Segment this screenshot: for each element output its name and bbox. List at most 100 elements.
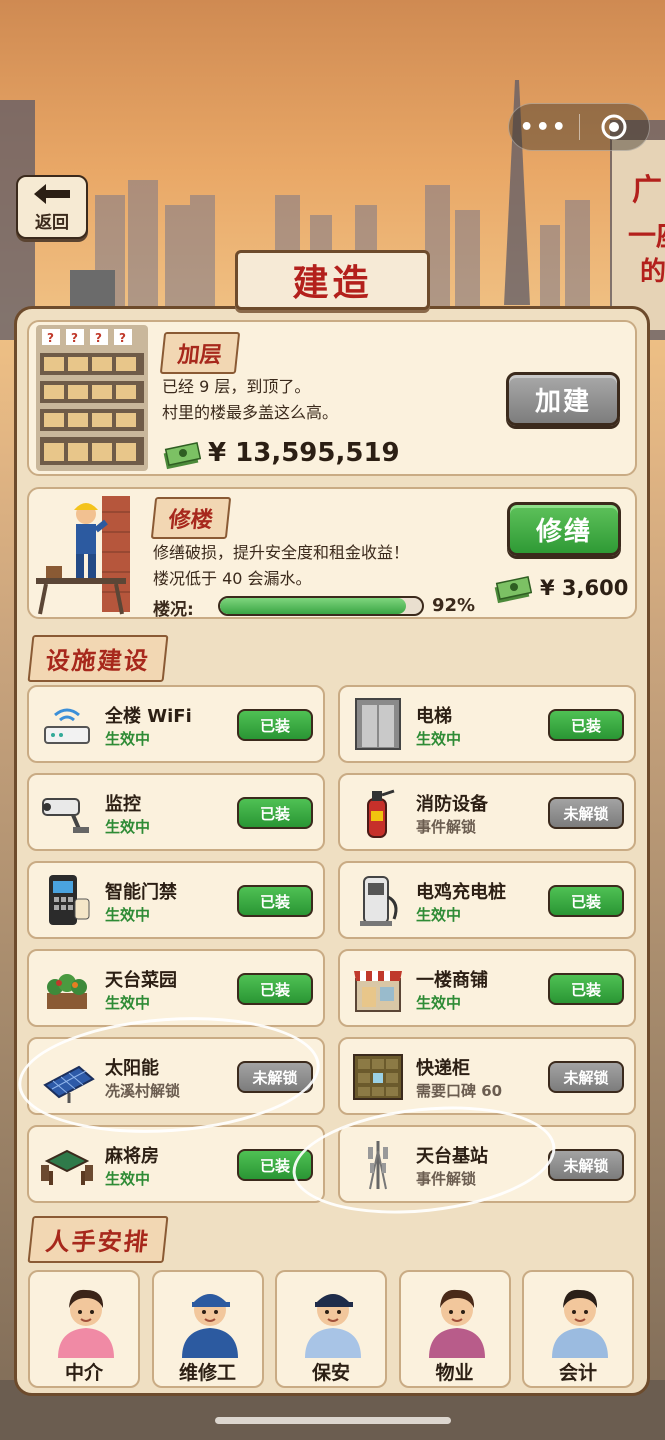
back-button[interactable]: 返回 (16, 175, 88, 239)
target-icon (601, 114, 627, 140)
svg-text:?: ? (95, 331, 102, 345)
more-menu-button[interactable]: ••• (509, 115, 579, 140)
property-manager-avatar-icon (428, 1289, 485, 1358)
facility-name: 快递柜 (416, 1058, 470, 1079)
add-floor-tag: 加层 (159, 332, 241, 374)
facility-name: 一楼商铺 (416, 970, 488, 991)
agent-avatar-icon (58, 1289, 114, 1358)
repairman-avatar-icon (181, 1294, 238, 1358)
svg-text:?: ? (47, 331, 54, 345)
facility-status: 生效中 (105, 1170, 151, 1188)
repair-cost: ¥ 3,600 (540, 576, 629, 600)
condition-value: 92% (432, 595, 476, 616)
facility-status: 生效中 (105, 906, 151, 924)
facility-name: 电梯 (416, 706, 452, 727)
staff-name: 物业 (435, 1362, 474, 1384)
svg-text:一座: 一座 (628, 219, 665, 252)
condition-bar-fill (220, 598, 406, 614)
svg-text:?: ? (119, 331, 126, 345)
add-floor-button[interactable]: 加建 (506, 372, 620, 426)
facility-card-mahjong-table: 麻将房 生效中 已装 (27, 1125, 325, 1203)
add-floor-line1: 已经 9 层，到顶了。 (162, 377, 311, 396)
cash-icon (163, 441, 201, 470)
repair-line2: 楼况低于 40 会漏水。 (153, 569, 312, 588)
accountant-avatar-icon (552, 1289, 608, 1358)
facility-status: 生效中 (105, 818, 151, 836)
facility-name: 消防设备 (416, 794, 488, 815)
facility-status: 生效中 (416, 906, 462, 924)
facility-card-fire-extinguisher: 消防设备事件解锁 未解锁 (338, 773, 636, 851)
facility-card-shop: 一楼商铺生效中 已装 (338, 949, 636, 1027)
elevator-icon (355, 698, 401, 750)
svg-text:的: 的 (640, 256, 665, 287)
staff-card-repairman[interactable]: 维修工 (151, 1270, 264, 1388)
access-control-icon (49, 875, 90, 925)
facility-card-parcel-locker: 快递柜需要口碑 60 未解锁 (338, 1037, 636, 1115)
charging-pile-icon (360, 876, 398, 926)
page-title-plate: 建造 (235, 250, 430, 310)
wifi-router-icon (44, 708, 90, 744)
repair-tag: 修楼 (150, 497, 232, 539)
staff-name: 保安 (311, 1362, 350, 1384)
facility-button-charging-pile[interactable]: 已装 (548, 885, 624, 917)
add-floor-line2: 村里的楼最多盖这么高。 (162, 403, 339, 422)
facility-status: 生效中 (105, 730, 151, 748)
facility-status: 生效中 (416, 994, 462, 1012)
staff-card-agent[interactable]: 中介 (28, 1270, 140, 1388)
facility-card-rooftop-garden: 天台菜园生效中 已装 (27, 949, 325, 1027)
miniapp-capsule: ••• (508, 103, 650, 151)
facility-status: 生效中 (416, 730, 462, 748)
close-miniapp-button[interactable] (580, 113, 650, 141)
shop-icon (354, 971, 402, 1012)
staff-name: 维修工 (178, 1362, 236, 1384)
facilities-section-title: 设施建设 (27, 635, 169, 682)
facility-status: 事件解锁 (416, 818, 477, 836)
facility-card-elevator: 电梯生效中 已装 (338, 685, 636, 763)
rooftop-garden-icon (47, 974, 87, 1009)
facility-button-parcel-locker[interactable]: 未解锁 (548, 1061, 624, 1093)
staff-name: 会计 (558, 1362, 597, 1384)
fire-extinguisher-icon (367, 789, 395, 838)
facility-name: 监控 (105, 794, 141, 815)
facility-card-wifi-router: 全楼 WiFi 生效中 已装 (27, 685, 325, 763)
condition-bar (218, 596, 424, 616)
facility-card-charging-pile: 电鸡充电桩生效中 已装 (338, 861, 636, 939)
facility-button-shop[interactable]: 已装 (548, 973, 624, 1005)
staff-card-property-manager[interactable]: 物业 (398, 1270, 511, 1388)
repair-line1: 修缮破损，提升安全度和租金收益！ (153, 543, 410, 562)
repair-worker-icon (36, 496, 130, 615)
building-icon: ???? (36, 325, 148, 471)
condition-label: 楼况: (153, 600, 194, 620)
facility-name: 天台菜园 (105, 970, 177, 991)
svg-text:广: 广 (632, 173, 662, 208)
facility-name: 智能门禁 (105, 882, 177, 903)
security-guard-avatar-icon (305, 1294, 361, 1358)
page-title: 建造 (292, 262, 373, 304)
facility-button-access-control[interactable]: 已装 (237, 885, 313, 917)
facility-name: 电鸡充电桩 (416, 882, 506, 903)
staff-card-accountant[interactable]: 会计 (522, 1270, 634, 1388)
staff-name: 中介 (64, 1362, 103, 1384)
cctv-camera-icon (42, 798, 89, 833)
facility-button-elevator[interactable]: 已装 (548, 709, 624, 741)
facility-status: 需要口碑 60 (416, 1082, 503, 1100)
facility-button-rooftop-garden[interactable]: 已装 (237, 973, 313, 1005)
facility-button-cell-tower[interactable]: 未解锁 (548, 1149, 624, 1181)
facility-name: 麻将房 (105, 1146, 159, 1167)
facility-name: 全楼 WiFi (105, 706, 192, 727)
add-floor-desc: 已经 9 层，到顶了。 村里的楼最多盖这么高。 (162, 374, 338, 426)
facility-status: 生效中 (105, 994, 151, 1012)
facility-card-cctv-camera: 监控生效中 已装 (27, 773, 325, 851)
cash-icon (494, 575, 532, 604)
repair-button[interactable]: 修缮 (507, 502, 621, 556)
facility-button-fire-extinguisher[interactable]: 未解锁 (548, 797, 624, 829)
facility-button-wifi-router[interactable]: 已装 (237, 709, 313, 741)
staff-card-security-guard[interactable]: 保安 (275, 1270, 387, 1388)
facility-button-cctv-camera[interactable]: 已装 (237, 797, 313, 829)
add-floor-cost: ¥ 13,595,519 (208, 438, 400, 468)
home-indicator (215, 1417, 451, 1424)
facility-card-access-control: 智能门禁生效中 已装 (27, 861, 325, 939)
svg-text:?: ? (71, 331, 78, 345)
arrow-left-icon (34, 183, 70, 204)
parcel-locker-icon (353, 1054, 403, 1100)
